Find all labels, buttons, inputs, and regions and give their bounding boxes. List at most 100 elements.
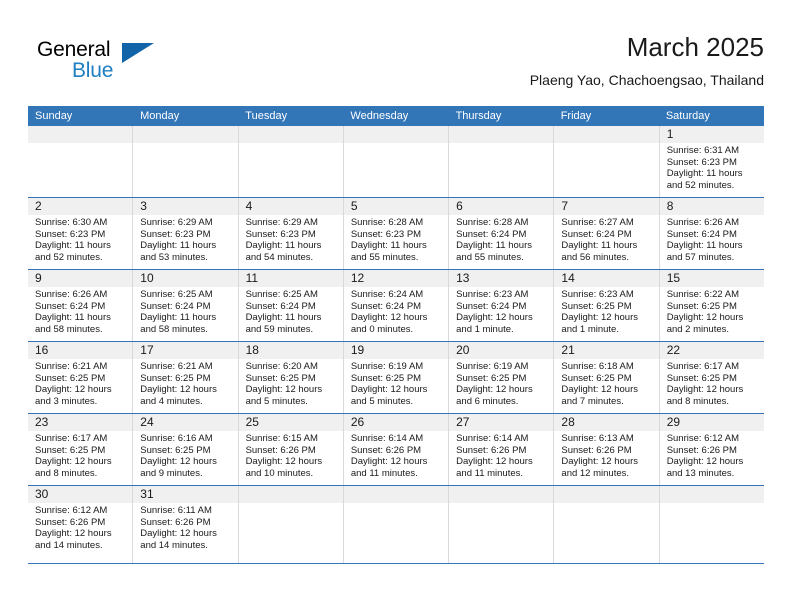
calendar-day-cell[interactable]: 31 Sunrise: 6:11 AM Sunset: 6:26 PM Dayligh… xyxy=(132,486,238,563)
calendar-day-cell[interactable]: 20 Sunrise: 6:19 AM Sunset: 6:25 PM Dayligh… xyxy=(448,342,554,413)
calendar-cell-empty xyxy=(553,486,659,563)
day-number: 22 xyxy=(659,342,764,359)
day-number: 16 xyxy=(28,342,133,359)
day-number: 7 xyxy=(554,198,659,215)
calendar-day-cell[interactable]: 8 Sunrise: 6:26 AM Sunset: 6:24 PM Daylight… xyxy=(658,198,764,269)
calendar-day-cell[interactable]: 13 Sunrise: 6:23 AM Sunset: 6:24 PM Dayligh… xyxy=(448,270,554,341)
day-detail-line: Sunset: 6:24 PM xyxy=(561,228,632,240)
calendar-day-cell[interactable]: 14 Sunrise: 6:23 AM Sunset: 6:25 PM Dayligh… xyxy=(553,270,659,341)
day-detail-line: and 1 minute. xyxy=(456,323,514,335)
day-number: 8 xyxy=(659,198,764,215)
calendar-day-cell[interactable]: 1 Sunrise: 6:31 AM Sunset: 6:23 PM Daylight… xyxy=(658,126,764,197)
weekday-header-row: Sunday Monday Tuesday Wednesday Thursday Frid… xyxy=(28,106,764,126)
day-detail-line: Sunset: 6:23 PM xyxy=(350,228,422,240)
day-detail-line: Sunset: 6:24 PM xyxy=(666,228,737,240)
calendar-day-cell[interactable]: 28 Sunrise: 6:13 AM Sunset: 6:26 PM Dayligh… xyxy=(553,414,659,485)
day-detail-line: Daylight: 11 hours xyxy=(245,240,322,252)
page-title: March 2025 xyxy=(626,32,764,62)
calendar-day-cell[interactable]: 5 Sunrise: 6:28 AM Sunset: 6:23 PM Daylight… xyxy=(342,198,449,269)
day-detail-line: Sunset: 6:25 PM xyxy=(350,372,422,384)
day-detail-line: Sunset: 6:25 PM xyxy=(35,372,106,384)
calendar-day-cell[interactable]: 21 Sunrise: 6:18 AM Sunset: 6:25 PM Dayligh… xyxy=(553,342,659,413)
calendar-day-cell[interactable]: 18 Sunrise: 6:20 AM Sunset: 6:25 PM Dayligh… xyxy=(237,342,343,413)
calendar-cell-empty xyxy=(28,126,133,197)
calendar-cell-empty xyxy=(342,486,449,563)
day-details: Sunrise: 6:18 AM Sunset: 6:25 PM Daylight:… xyxy=(554,359,658,407)
calendar-day-cell[interactable]: 22 Sunrise: 6:17 AM Sunset: 6:25 PM Dayligh… xyxy=(658,342,764,413)
day-detail-line: and 59 minutes. xyxy=(245,323,314,335)
day-details: Sunrise: 6:15 AM Sunset: 6:26 PM Daylight:… xyxy=(239,431,343,479)
calendar-day-cell[interactable]: 30 Sunrise: 6:12 AM Sunset: 6:26 PM Dayligh… xyxy=(28,486,133,563)
day-detail-line: Daylight: 11 hours xyxy=(561,240,638,252)
day-number xyxy=(554,126,659,143)
day-detail-line: and 11 minutes. xyxy=(350,467,418,479)
calendar-day-cell[interactable]: 4 Sunrise: 6:29 AM Sunset: 6:23 PM Daylight… xyxy=(237,198,343,269)
calendar-day-cell[interactable]: 26 Sunrise: 6:14 AM Sunset: 6:26 PM Dayligh… xyxy=(342,414,449,485)
calendar-day-cell[interactable]: 11 Sunrise: 6:25 AM Sunset: 6:24 PM Dayligh… xyxy=(237,270,343,341)
day-detail-line: Sunset: 6:24 PM xyxy=(140,300,211,312)
calendar-grid: Sunday Monday Tuesday Wednesday Thursday Frid… xyxy=(28,106,764,564)
calendar-day-cell[interactable]: 19 Sunrise: 6:19 AM Sunset: 6:25 PM Dayligh… xyxy=(342,342,449,413)
day-detail-line: Daylight: 12 hours xyxy=(350,312,428,324)
day-number: 13 xyxy=(449,270,554,287)
day-detail-line: Sunrise: 6:12 AM xyxy=(666,433,740,444)
calendar-day-cell[interactable]: 12 Sunrise: 6:24 AM Sunset: 6:24 PM Dayligh… xyxy=(342,270,449,341)
day-details: Sunrise: 6:11 AM Sunset: 6:26 PM Daylight:… xyxy=(133,503,237,551)
day-details xyxy=(554,143,658,145)
day-number: 27 xyxy=(449,414,554,431)
day-detail-line: Sunset: 6:26 PM xyxy=(350,444,422,456)
day-detail-line: Sunrise: 6:31 AM xyxy=(666,145,740,156)
day-detail-line: Sunset: 6:25 PM xyxy=(561,372,632,384)
page-subtitle: Plaeng Yao, Chachoengsao, Thailand xyxy=(529,72,764,88)
day-detail-line: Sunset: 6:25 PM xyxy=(245,372,316,384)
day-details xyxy=(449,503,553,505)
calendar-day-cell[interactable]: 25 Sunrise: 6:15 AM Sunset: 6:26 PM Dayligh… xyxy=(237,414,343,485)
title-block: March 2025 Plaeng Yao, Chachoengsao, Tha… xyxy=(530,30,764,90)
day-detail-line: Sunrise: 6:23 AM xyxy=(456,289,529,300)
calendar-day-cell[interactable]: 17 Sunrise: 6:21 AM Sunset: 6:25 PM Dayligh… xyxy=(132,342,238,413)
day-detail-line: Daylight: 11 hours xyxy=(140,240,217,252)
day-number xyxy=(28,126,133,143)
day-details: Sunrise: 6:29 AM Sunset: 6:23 PM Daylight:… xyxy=(239,215,343,263)
calendar-cell-empty xyxy=(132,126,238,197)
calendar-day-cell[interactable]: 15 Sunrise: 6:22 AM Sunset: 6:25 PM Dayligh… xyxy=(658,270,764,341)
day-detail-line: Sunset: 6:25 PM xyxy=(140,372,211,384)
calendar-cell-empty xyxy=(658,486,764,563)
day-detail-line: and 0 minutes. xyxy=(350,323,414,335)
day-detail-line: Daylight: 12 hours xyxy=(140,528,217,540)
day-number: 25 xyxy=(238,414,343,431)
day-details: Sunrise: 6:28 AM Sunset: 6:24 PM Daylight:… xyxy=(449,215,553,263)
calendar-day-cell[interactable]: 27 Sunrise: 6:14 AM Sunset: 6:26 PM Dayligh… xyxy=(448,414,554,485)
day-detail-line: Sunrise: 6:19 AM xyxy=(350,361,424,372)
day-detail-line: Daylight: 11 hours xyxy=(666,240,743,252)
day-details xyxy=(344,503,448,505)
generalblue-logo[interactable]: General Blue xyxy=(37,38,177,90)
day-number xyxy=(343,126,449,143)
calendar-week-row: 16 Sunrise: 6:21 AM Sunset: 6:25 PM Dayligh… xyxy=(28,342,764,414)
calendar-day-cell[interactable]: 6 Sunrise: 6:28 AM Sunset: 6:24 PM Daylight… xyxy=(448,198,554,269)
day-detail-line: Daylight: 11 hours xyxy=(350,240,427,252)
day-number: 1 xyxy=(659,126,764,143)
day-detail-line: Daylight: 11 hours xyxy=(35,312,111,324)
calendar-day-cell[interactable]: 7 Sunrise: 6:27 AM Sunset: 6:24 PM Daylight… xyxy=(553,198,659,269)
calendar-day-cell[interactable]: 23 Sunrise: 6:17 AM Sunset: 6:25 PM Dayligh… xyxy=(28,414,133,485)
calendar-day-cell[interactable]: 2 Sunrise: 6:30 AM Sunset: 6:23 PM Daylight… xyxy=(28,198,133,269)
day-detail-line: and 5 minutes. xyxy=(245,395,308,407)
calendar-day-cell[interactable]: 29 Sunrise: 6:12 AM Sunset: 6:26 PM Dayligh… xyxy=(658,414,764,485)
day-details xyxy=(449,143,553,145)
day-details: Sunrise: 6:13 AM Sunset: 6:26 PM Daylight:… xyxy=(554,431,658,479)
day-number: 21 xyxy=(554,342,659,359)
day-number: 18 xyxy=(238,342,343,359)
calendar-day-cell[interactable]: 24 Sunrise: 6:16 AM Sunset: 6:25 PM Dayligh… xyxy=(132,414,238,485)
calendar-day-cell[interactable]: 10 Sunrise: 6:25 AM Sunset: 6:24 PM Dayligh… xyxy=(132,270,238,341)
day-detail-line: Sunrise: 6:27 AM xyxy=(561,217,634,228)
calendar-day-cell[interactable]: 16 Sunrise: 6:21 AM Sunset: 6:25 PM Dayligh… xyxy=(28,342,133,413)
day-number: 28 xyxy=(554,414,659,431)
day-detail-line: Sunrise: 6:22 AM xyxy=(666,289,740,300)
day-detail-line: Daylight: 12 hours xyxy=(350,384,428,396)
calendar-day-cell[interactable]: 3 Sunrise: 6:29 AM Sunset: 6:23 PM Daylight… xyxy=(132,198,238,269)
calendar-day-cell[interactable]: 9 Sunrise: 6:26 AM Sunset: 6:24 PM Daylight… xyxy=(28,270,133,341)
day-details: Sunrise: 6:17 AM Sunset: 6:25 PM Daylight:… xyxy=(660,359,764,407)
calendar-week-row: 1 Sunrise: 6:31 AM Sunset: 6:23 PM Daylight… xyxy=(28,126,764,198)
day-details: Sunrise: 6:14 AM Sunset: 6:26 PM Daylight:… xyxy=(449,431,553,479)
